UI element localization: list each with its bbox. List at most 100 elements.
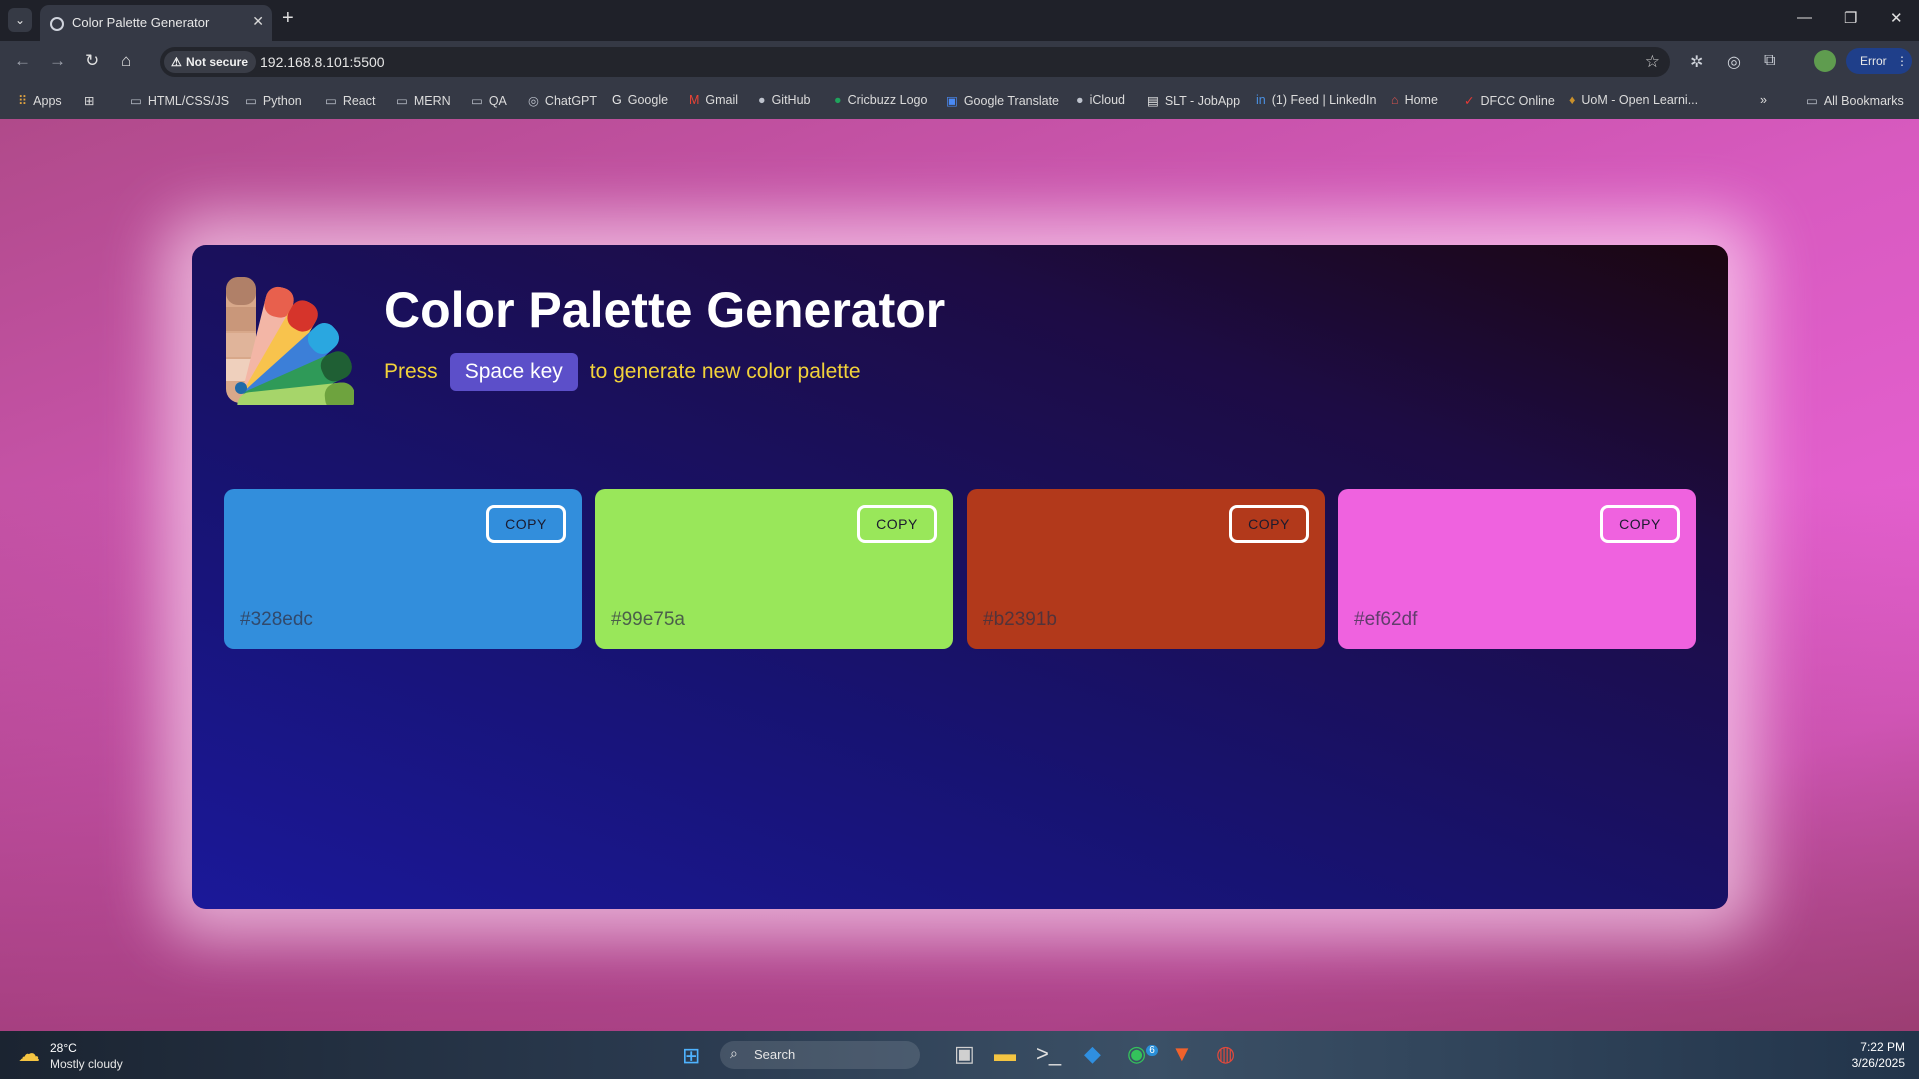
home-icon[interactable]: ⌂ (121, 51, 131, 71)
more-menu-icon[interactable]: ⋮ (1896, 54, 1908, 68)
tab-search-icon[interactable]: ⌄ (8, 8, 32, 32)
folder-icon: ▭ (130, 94, 142, 108)
task-view-icon[interactable]: ▣ (954, 1041, 975, 1067)
uom-icon: ♦ (1569, 93, 1576, 107)
bookmark-google-translate[interactable]: ▣ Google Translate (946, 93, 1059, 108)
extension-target-icon[interactable]: ◎ (1727, 52, 1741, 72)
tab-title: Color Palette Generator (72, 15, 210, 30)
instruction-suffix: to generate new color palette (589, 360, 861, 383)
color-swatch-2[interactable]: COPY #99e75a (595, 489, 953, 649)
bookmark-google[interactable]: G Google (612, 93, 668, 107)
copy-button-1[interactable]: COPY (486, 505, 566, 543)
linkedin-icon: in (1256, 93, 1266, 107)
bookmark-qa[interactable]: ▭ QA (471, 93, 507, 108)
bookmark-linkedin[interactable]: in (1) Feed | LinkedIn (1256, 93, 1376, 107)
whatsapp-badge: 6 (1146, 1044, 1158, 1056)
bookmark-star-icon[interactable]: ☆ (1645, 52, 1660, 72)
extensions-puzzle-icon[interactable]: ⧉ (1764, 52, 1775, 70)
security-label: Not secure (186, 55, 249, 69)
extension-gear-icon[interactable]: ✲ (1690, 52, 1703, 72)
clock-date: 3/26/2025 (1851, 1056, 1905, 1070)
restore-icon[interactable]: ❐ (1844, 9, 1857, 27)
cricbuzz-icon: ● (834, 93, 842, 107)
system-clock[interactable]: 7:22 PM 3/26/2025 (1852, 1039, 1905, 1071)
warning-icon: ⚠ (171, 55, 182, 69)
bookmark-dfcc[interactable]: ✓ DFCC Online (1464, 93, 1555, 108)
bookmark-uom[interactable]: ♦ UoM - Open Learni... (1569, 93, 1698, 107)
all-bookmarks[interactable]: ▭ All Bookmarks (1806, 93, 1904, 108)
bookmark-home[interactable]: ⌂ Home (1391, 93, 1438, 107)
terminal-icon[interactable]: >_ (1036, 1041, 1061, 1067)
bookmark-github[interactable]: ● GitHub (758, 93, 810, 107)
browser-toolbar: ← → ↻ ⌂ ⚠ Not secure 192.168.8.101:5500 … (0, 41, 1919, 83)
chrome-icon[interactable]: ◍ (1216, 1041, 1235, 1067)
copy-button-2[interactable]: COPY (857, 505, 937, 543)
new-tab-button[interactable]: + (282, 7, 294, 30)
taskbar-search[interactable]: ⌕ Search (720, 1041, 920, 1069)
folder-icon: ▭ (245, 94, 257, 108)
globe-icon (50, 17, 64, 31)
close-tab-icon[interactable]: ✕ (252, 13, 264, 30)
browser-tab-strip: ⌄ Color Palette Generator ✕ + — ❐ ✕ (0, 0, 1919, 41)
bookmark-chatgpt[interactable]: ◎ ChatGPT (528, 93, 597, 108)
active-tab[interactable]: Color Palette Generator ✕ (40, 5, 272, 41)
bookmark-gmail[interactable]: M Gmail (689, 93, 738, 107)
brave-icon[interactable]: ▼ (1171, 1041, 1193, 1067)
translate-icon: ▣ (946, 94, 958, 108)
dfcc-icon: ✓ (1464, 94, 1475, 108)
copy-button-3[interactable]: COPY (1229, 505, 1309, 543)
page-background: Color Palette Generator Press Space key … (0, 119, 1919, 1031)
color-fan-logo-icon (226, 277, 354, 405)
minimize-icon[interactable]: — (1797, 9, 1812, 26)
folder-icon: ▭ (1806, 94, 1818, 108)
bookmark-mern[interactable]: ▭ MERN (396, 93, 451, 108)
doc-icon: ▤ (1147, 94, 1159, 108)
close-window-icon[interactable]: ✕ (1890, 9, 1903, 27)
back-icon[interactable]: ← (14, 51, 31, 71)
profile-avatar[interactable] (1814, 50, 1836, 72)
bookmark-python[interactable]: ▭ Python (245, 93, 302, 108)
url-text[interactable]: 192.168.8.101:5500 (260, 54, 385, 70)
bookmark-icloud[interactable]: ● iCloud (1076, 93, 1125, 107)
reload-icon[interactable]: ↻ (85, 51, 99, 71)
bookmark-html-css-js[interactable]: ▭ HTML/CSS/JS (130, 93, 229, 108)
folder-icon: ▭ (396, 94, 408, 108)
chatgpt-icon: ◎ (528, 94, 539, 108)
tab-groups-icon[interactable]: ⊞ (84, 93, 94, 108)
gmail-icon: M (689, 93, 700, 107)
whatsapp-icon[interactable]: ◉ 6 (1127, 1041, 1158, 1067)
folder-icon: ▭ (471, 94, 483, 108)
vscode-icon[interactable]: ◆ (1084, 1041, 1101, 1067)
windows-start-icon[interactable]: ⊞ (682, 1043, 700, 1069)
instruction-text: Press Space key to generate new color pa… (384, 353, 861, 391)
forward-icon[interactable]: → (49, 51, 66, 71)
profile-error-chip[interactable]: Error ⋮ (1846, 48, 1912, 74)
palette-card: Color Palette Generator Press Space key … (192, 245, 1728, 909)
weather-cloud-icon[interactable]: ☁ (18, 1041, 40, 1067)
apps-icon: ⠿ (18, 94, 28, 108)
color-swatch-4[interactable]: COPY #ef62df (1338, 489, 1696, 649)
bookmark-apps[interactable]: ⠿ Apps (18, 93, 62, 108)
search-label: Search (754, 1047, 796, 1062)
bookmark-react[interactable]: ▭ React (325, 93, 375, 108)
bookmark-cricbuzz[interactable]: ● Cricbuzz Logo (834, 93, 927, 107)
bookmark-slt-jobapp[interactable]: ▤ SLT - JobApp (1147, 93, 1240, 108)
more-bookmarks-icon[interactable]: » (1760, 93, 1767, 107)
color-swatch-3[interactable]: COPY #b2391b (967, 489, 1325, 649)
file-explorer-icon[interactable]: ▬ (994, 1041, 1016, 1067)
page-title: Color Palette Generator (384, 282, 946, 338)
weather-temperature[interactable]: 28°C (50, 1041, 77, 1055)
address-bar[interactable]: ⚠ Not secure 192.168.8.101:5500 ☆ (160, 47, 1670, 77)
clock-time: 7:22 PM (1860, 1040, 1905, 1054)
hex-code-3: #b2391b (983, 609, 1057, 630)
security-chip[interactable]: ⚠ Not secure (164, 51, 257, 73)
github-icon: ● (758, 93, 766, 107)
space-key-badge: Space key (449, 353, 578, 391)
color-swatch-1[interactable]: COPY #328edc (224, 489, 582, 649)
weather-condition[interactable]: Mostly cloudy (50, 1057, 123, 1071)
folder-icon: ▭ (325, 94, 337, 108)
copy-button-4[interactable]: COPY (1600, 505, 1680, 543)
apple-icon: ● (1076, 93, 1084, 107)
instruction-prefix: Press (384, 360, 438, 383)
home-bookmark-icon: ⌂ (1391, 93, 1399, 107)
